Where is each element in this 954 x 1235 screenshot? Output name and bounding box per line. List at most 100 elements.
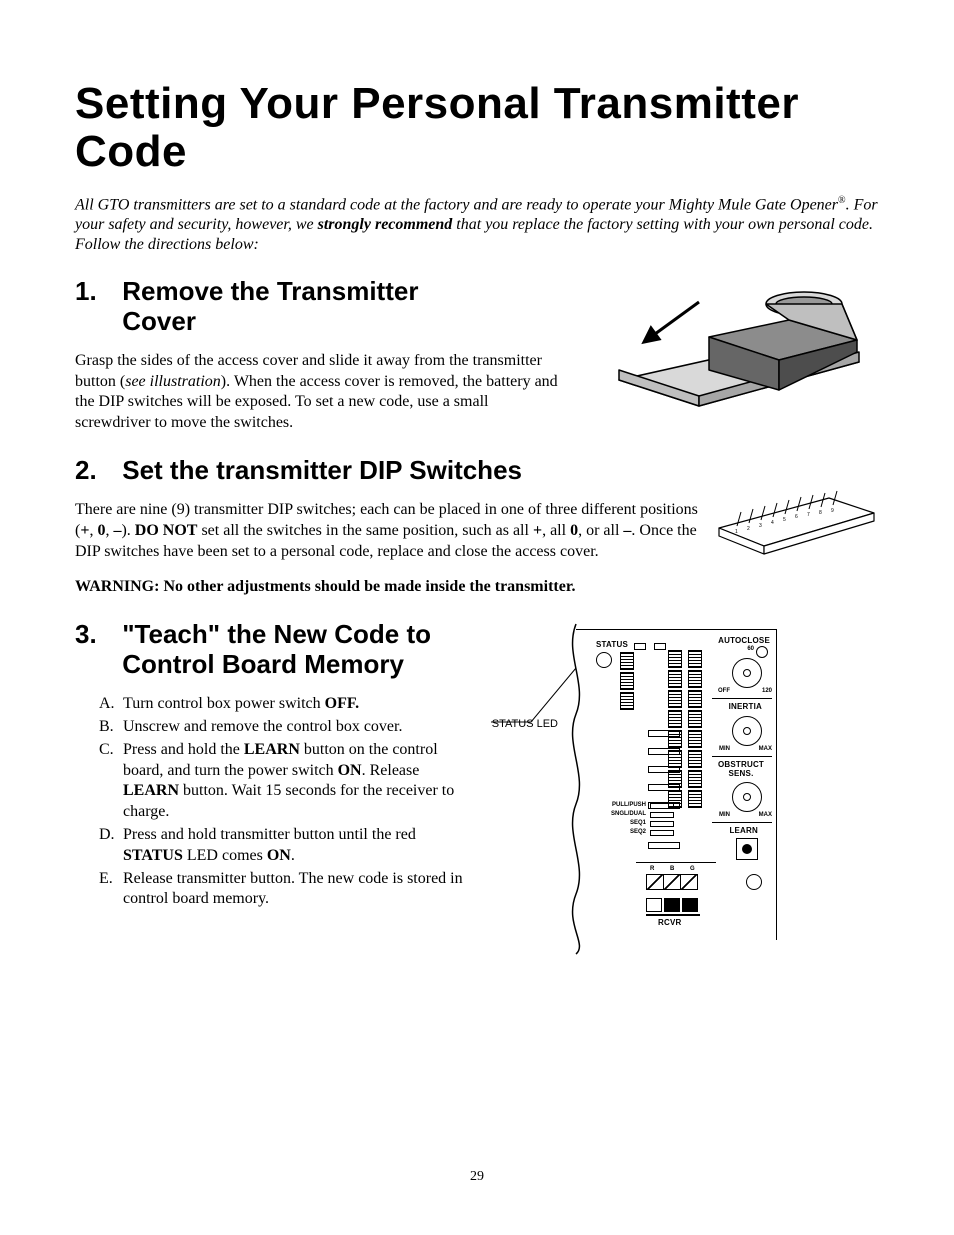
board-autoclose-label: AUTOCLOSE xyxy=(718,636,770,645)
board-learn-label: LEARN xyxy=(729,826,758,835)
jumper-icon xyxy=(650,821,674,827)
board-status-label: STATUS xyxy=(596,640,628,649)
sec2-b: ). xyxy=(121,522,134,539)
step-d-c: LED comes xyxy=(183,847,267,864)
step-c-b2: ON xyxy=(338,762,362,779)
terminal-icon xyxy=(648,766,680,773)
obstruct-dial-icon xyxy=(732,782,762,812)
svg-text:6: 6 xyxy=(795,514,798,520)
board-off-label: OFF xyxy=(718,688,730,694)
section-1-num: 1. xyxy=(75,277,115,307)
section-1-title-l1: Remove the Transmitter xyxy=(122,276,418,306)
board-seq1-label: SEQ1 xyxy=(594,820,646,826)
terminal-icon xyxy=(648,730,680,737)
board-inertia-label: INERTIA xyxy=(729,702,762,711)
board-60-label: 60 xyxy=(747,646,754,652)
board-edge-icon xyxy=(546,624,606,954)
step-d-c2: . xyxy=(291,847,295,864)
sec1-text-i: see illustration xyxy=(125,373,221,390)
board-seq2-label: SEQ2 xyxy=(594,829,646,835)
step-a-b: OFF. xyxy=(325,695,360,712)
board-sngldual-label: SNGL/DUAL xyxy=(594,811,646,817)
svg-text:7: 7 xyxy=(807,512,810,518)
step-c-b: LEARN xyxy=(244,741,300,758)
step-c-b3: LEARN xyxy=(123,782,179,799)
step-e: E. Release transmitter button. The new c… xyxy=(75,869,475,911)
board-r-label: R xyxy=(650,866,654,872)
terminal-icon xyxy=(648,784,680,791)
transmitter-illustration xyxy=(589,262,879,412)
section-3-title-l1: "Teach" the New Code to xyxy=(122,619,431,649)
page-number: 29 xyxy=(0,1169,954,1185)
step-a-t: Turn control box power switch xyxy=(123,695,325,712)
autoclose-dial-icon xyxy=(732,658,762,688)
sec2-d: , all xyxy=(542,522,570,539)
sec2-zero2: 0 xyxy=(570,522,578,539)
section-3-num: 3. xyxy=(75,620,115,650)
svg-text:3: 3 xyxy=(759,523,762,529)
step-d-b2: ON xyxy=(267,847,291,864)
board-120-label: 120 xyxy=(762,688,772,694)
jumper-col-icon xyxy=(688,650,702,810)
divider-icon xyxy=(712,822,772,823)
dip-switch-illustration: 1 2 3 4 5 6 7 8 9 xyxy=(709,488,879,558)
step-c: C. Press and hold the LEARN button on th… xyxy=(75,740,475,823)
step-b-t: Unscrew and remove the control box cover… xyxy=(123,717,475,738)
step-d-letter: D. xyxy=(75,825,123,867)
board-min-label: MIN xyxy=(719,746,730,752)
page-title: Setting Your Personal Transmitter Code xyxy=(75,80,879,177)
board-g-label: G xyxy=(690,866,695,872)
sec2-donot: DO NOT xyxy=(135,522,198,539)
rcvr-terminal-icon xyxy=(646,898,700,912)
svg-text:1: 1 xyxy=(735,529,738,535)
hole-icon xyxy=(746,874,762,890)
jumper-icon xyxy=(650,812,674,818)
underline-icon xyxy=(646,914,700,916)
control-board-illustration: STATUS AUTOCLOSE 60 OFF 120 INERTIA MIN … xyxy=(576,629,806,949)
svg-text:4: 4 xyxy=(771,520,774,526)
jumper-col-icon xyxy=(620,652,634,712)
led-icon xyxy=(756,646,768,658)
divider-icon xyxy=(636,862,716,863)
learn-button-icon xyxy=(736,838,758,860)
registered-mark: ® xyxy=(838,195,846,206)
terminal-icon xyxy=(648,748,680,755)
inertia-dial-icon xyxy=(732,716,762,746)
svg-text:8: 8 xyxy=(819,510,822,516)
jumper-icon xyxy=(650,803,674,809)
divider-icon xyxy=(712,756,772,757)
sec2-plus2: + xyxy=(533,522,542,539)
section-2-num: 2. xyxy=(75,456,115,486)
intro-strong: strongly recommend xyxy=(318,216,453,233)
step-c-a: Press and hold the xyxy=(123,741,244,758)
terminal-icon xyxy=(648,842,680,849)
board-min-label2: MIN xyxy=(719,812,730,818)
board-max-label: MAX xyxy=(759,746,772,752)
header-icon xyxy=(634,643,646,650)
step-a: A. Turn control box power switch OFF. xyxy=(75,694,475,715)
step-b-letter: B. xyxy=(75,717,123,738)
intro-paragraph: All GTO transmitters are set to a standa… xyxy=(75,195,879,255)
section-3-title-l2: Control Board Memory xyxy=(122,649,404,679)
section-2-warning: WARNING: No other adjustments should be … xyxy=(75,578,879,596)
svg-text:9: 9 xyxy=(831,508,834,514)
sec2-e: , or all xyxy=(578,522,623,539)
section-3-steps: A. Turn control box power switch OFF. B.… xyxy=(75,694,475,910)
step-e-letter: E. xyxy=(75,869,123,911)
section-1-body: Grasp the sides of the access cover and … xyxy=(75,351,565,434)
jumper-icon xyxy=(650,830,674,836)
section-2-heading: 2. Set the transmitter DIP Switches xyxy=(75,456,879,486)
step-c-letter: C. xyxy=(75,740,123,823)
section-1-title-l2: Cover xyxy=(122,306,196,336)
svg-text:2: 2 xyxy=(747,526,750,532)
status-led-icon xyxy=(596,652,612,668)
board-max-label2: MAX xyxy=(759,812,772,818)
step-d-a: Press and hold transmitter button until … xyxy=(123,826,416,843)
divider-icon xyxy=(712,698,772,699)
svg-text:5: 5 xyxy=(783,517,786,523)
sec2-c: set all the switches in the same positio… xyxy=(197,522,533,539)
step-d: D. Press and hold transmitter button unt… xyxy=(75,825,475,867)
step-c-c2: . Release xyxy=(362,762,420,779)
step-a-letter: A. xyxy=(75,694,123,715)
rgb-terminal-icon xyxy=(646,874,697,890)
